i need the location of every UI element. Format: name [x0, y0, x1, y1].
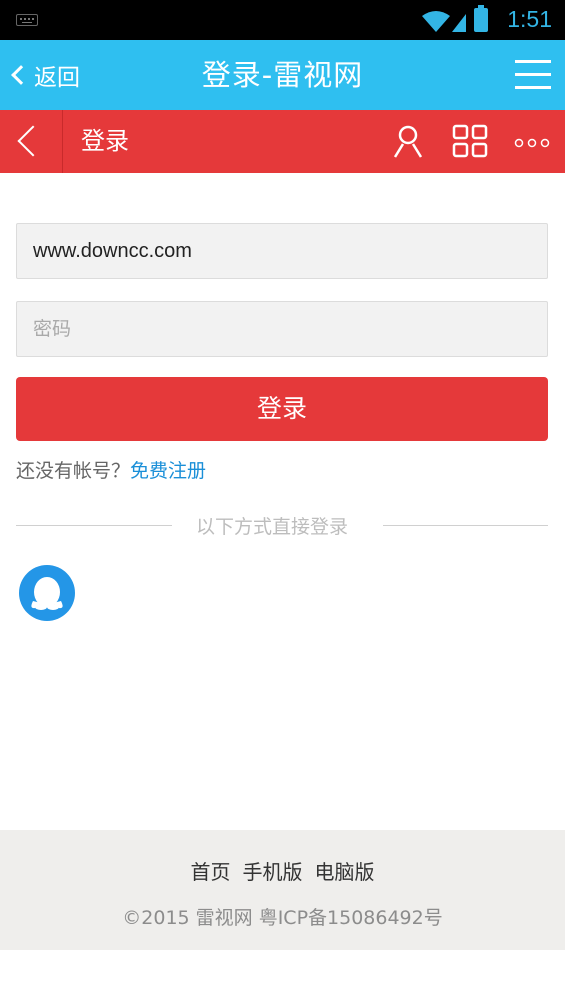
- user-icon[interactable]: [392, 124, 424, 158]
- copyright-text: ©2015 雷视网 粤ICP备15086492号: [122, 907, 443, 929]
- qq-penguin-icon: [31, 577, 63, 610]
- divider-line: [16, 525, 172, 526]
- keyboard-icon: [16, 14, 38, 26]
- footer-links: 首页 手机版 电脑版: [0, 856, 565, 885]
- qq-login-button[interactable]: [19, 565, 75, 621]
- grid-icon[interactable]: [452, 124, 488, 158]
- no-account-text: 还没有帐号？: [16, 460, 131, 482]
- top-navigation-bar: 返回 登录-雷视网: [0, 40, 565, 110]
- register-prompt: 还没有帐号？免费注册: [16, 456, 206, 483]
- footer-link-mobile[interactable]: 手机版: [243, 860, 303, 884]
- divider-line: [383, 525, 548, 526]
- header-back-button[interactable]: [0, 110, 63, 173]
- battery-icon: [474, 5, 488, 32]
- site-title: 登录-雷视网: [201, 58, 364, 92]
- status-time: 1:51: [507, 6, 552, 32]
- footer: 首页 手机版 电脑版 ©2015 雷视网 粤ICP备15086492号: [0, 830, 565, 950]
- login-button[interactable]: 登录: [16, 377, 548, 441]
- divider-text: 以下方式直接登录: [196, 516, 349, 538]
- wifi-signal-icon: [422, 11, 466, 32]
- status-bar: 1:51: [0, 0, 565, 40]
- menu-button[interactable]: [515, 60, 551, 90]
- username-input[interactable]: www.downcc.com: [16, 223, 548, 279]
- hamburger-icon: [515, 60, 551, 63]
- more-icon[interactable]: [514, 138, 550, 148]
- register-link[interactable]: 免费注册: [130, 460, 206, 482]
- social-login-divider: 以下方式直接登录: [16, 512, 548, 538]
- page-header: 登录: [0, 110, 565, 173]
- password-input[interactable]: 密码: [16, 301, 548, 357]
- footer-link-desktop[interactable]: 电脑版: [315, 860, 375, 884]
- footer-link-home[interactable]: 首页: [191, 860, 231, 884]
- page-title: 登录: [81, 127, 129, 155]
- chevron-left-icon: [17, 125, 49, 157]
